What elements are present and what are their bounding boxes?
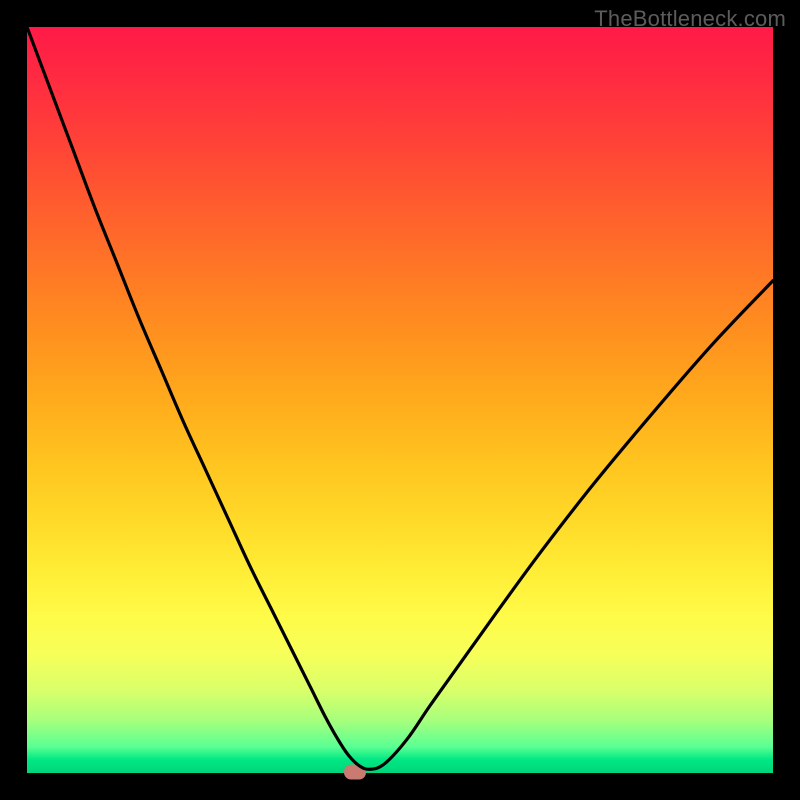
curve-svg (27, 27, 773, 773)
plot-area (27, 27, 773, 773)
bottleneck-curve (27, 27, 773, 769)
chart-frame: TheBottleneck.com (0, 0, 800, 800)
